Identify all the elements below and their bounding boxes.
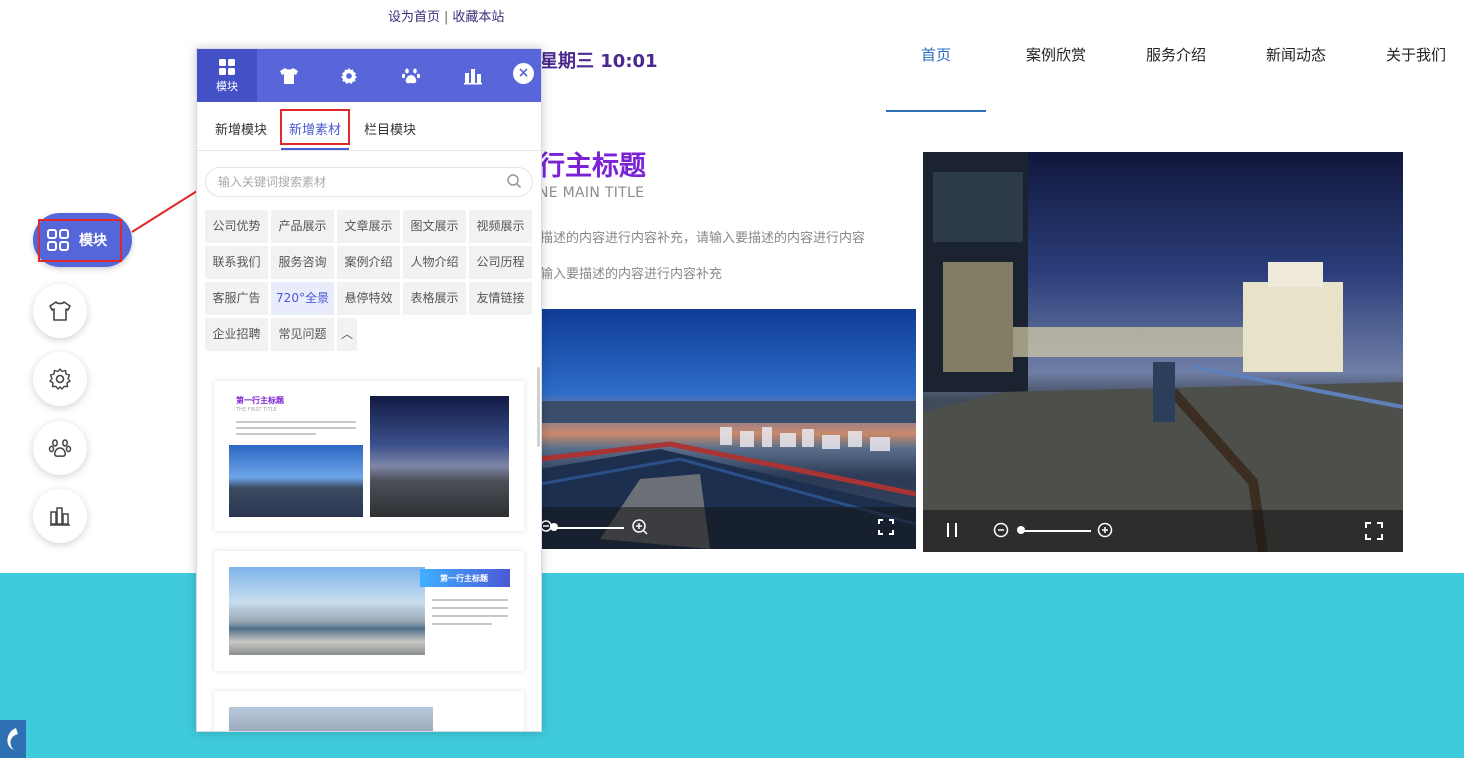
tag-service-consult[interactable]: 服务咨询: [271, 246, 334, 279]
tag-friend-links[interactable]: 友情链接: [469, 282, 532, 315]
card-mini-text-line: [432, 623, 492, 625]
tag-contact-us[interactable]: 联系我们: [205, 246, 268, 279]
panel-tab-module-label: 模块: [216, 79, 238, 93]
material-card-panorama-1[interactable]: 第一行主标题 THE FIRST TITLE: [214, 381, 524, 531]
panel-close-button[interactable]: ×: [513, 63, 534, 84]
card-mini-title: 第一行主标题: [440, 574, 488, 583]
tag-service-ad[interactable]: 客服广告: [205, 282, 268, 315]
card-mini-text-line: [432, 615, 508, 617]
tag-case-intro[interactable]: 案例介绍: [337, 246, 400, 279]
card-thumbnail-image: [229, 567, 425, 655]
panel-header: 模块 ×: [197, 49, 541, 102]
tag-720-panorama[interactable]: 720°全景: [271, 282, 334, 315]
tag-hover-effect[interactable]: 悬停特效: [337, 282, 400, 315]
card-mini-subtitle: THE FIRST TITLE: [236, 407, 277, 413]
annotation-highlight-box: [280, 109, 350, 145]
panel-scrollbar[interactable]: [537, 367, 540, 447]
card-mini-title: 第一行主标题: [236, 396, 284, 405]
tag-people-intro[interactable]: 人物介绍: [403, 246, 466, 279]
card-thumbnail-image: [370, 396, 509, 517]
panel-tab-settings[interactable]: [319, 49, 379, 102]
tag-recruitment[interactable]: 企业招聘: [205, 318, 268, 351]
tag-video-display[interactable]: 视频展示: [469, 210, 532, 243]
tag-image-text-display[interactable]: 图文展示: [403, 210, 466, 243]
card-mini-text-line: [432, 599, 508, 601]
subtab-new-module[interactable]: 新增模块: [215, 119, 267, 138]
tshirt-icon: [279, 67, 299, 85]
books-icon: [464, 67, 482, 85]
tag-faq[interactable]: 常见问题: [271, 318, 334, 351]
subtab-column-module[interactable]: 栏目模块: [364, 119, 416, 138]
panel-tab-library[interactable]: [443, 49, 503, 102]
card-thumbnail-image: [229, 445, 363, 517]
panel-tab-module[interactable]: 模块: [197, 49, 257, 102]
material-card-3[interactable]: [214, 691, 524, 731]
tags-collapse-button[interactable]: ︿: [337, 318, 357, 351]
tag-company-history[interactable]: 公司历程: [469, 246, 532, 279]
material-search-box: [205, 167, 533, 197]
tag-article-display[interactable]: 文章展示: [337, 210, 400, 243]
material-card-panorama-2[interactable]: 第一行主标题: [214, 551, 524, 671]
card-mini-text-line: [432, 607, 508, 609]
tag-product-display[interactable]: 产品展示: [271, 210, 334, 243]
tag-table-display[interactable]: 表格展示: [403, 282, 466, 315]
page: 设为首页 | 收藏本站 星期三 10:01 首页 案例欣赏 服务介绍 新闻动态 关于…: [0, 0, 1464, 758]
panel-tab-style[interactable]: [259, 49, 319, 102]
module-panel: 模块 × 新增模块 新增素材 栏目模块 输入关键词搜索素材 公司优势 产品展示 …: [196, 48, 542, 732]
card-mini-text-line: [236, 427, 356, 429]
panel-tab-effects[interactable]: [381, 49, 441, 102]
grid-icon: [218, 58, 236, 76]
card-thumbnail-image: [229, 707, 433, 731]
tag-company-advantage[interactable]: 公司优势: [205, 210, 268, 243]
gear-icon: [340, 67, 358, 85]
material-search-input[interactable]: [218, 173, 498, 191]
panel-divider: [197, 150, 541, 151]
paw-icon: [401, 67, 421, 85]
search-icon[interactable]: [506, 173, 522, 189]
card-mini-text-line: [236, 433, 316, 435]
card-mini-text-line: [236, 421, 356, 423]
